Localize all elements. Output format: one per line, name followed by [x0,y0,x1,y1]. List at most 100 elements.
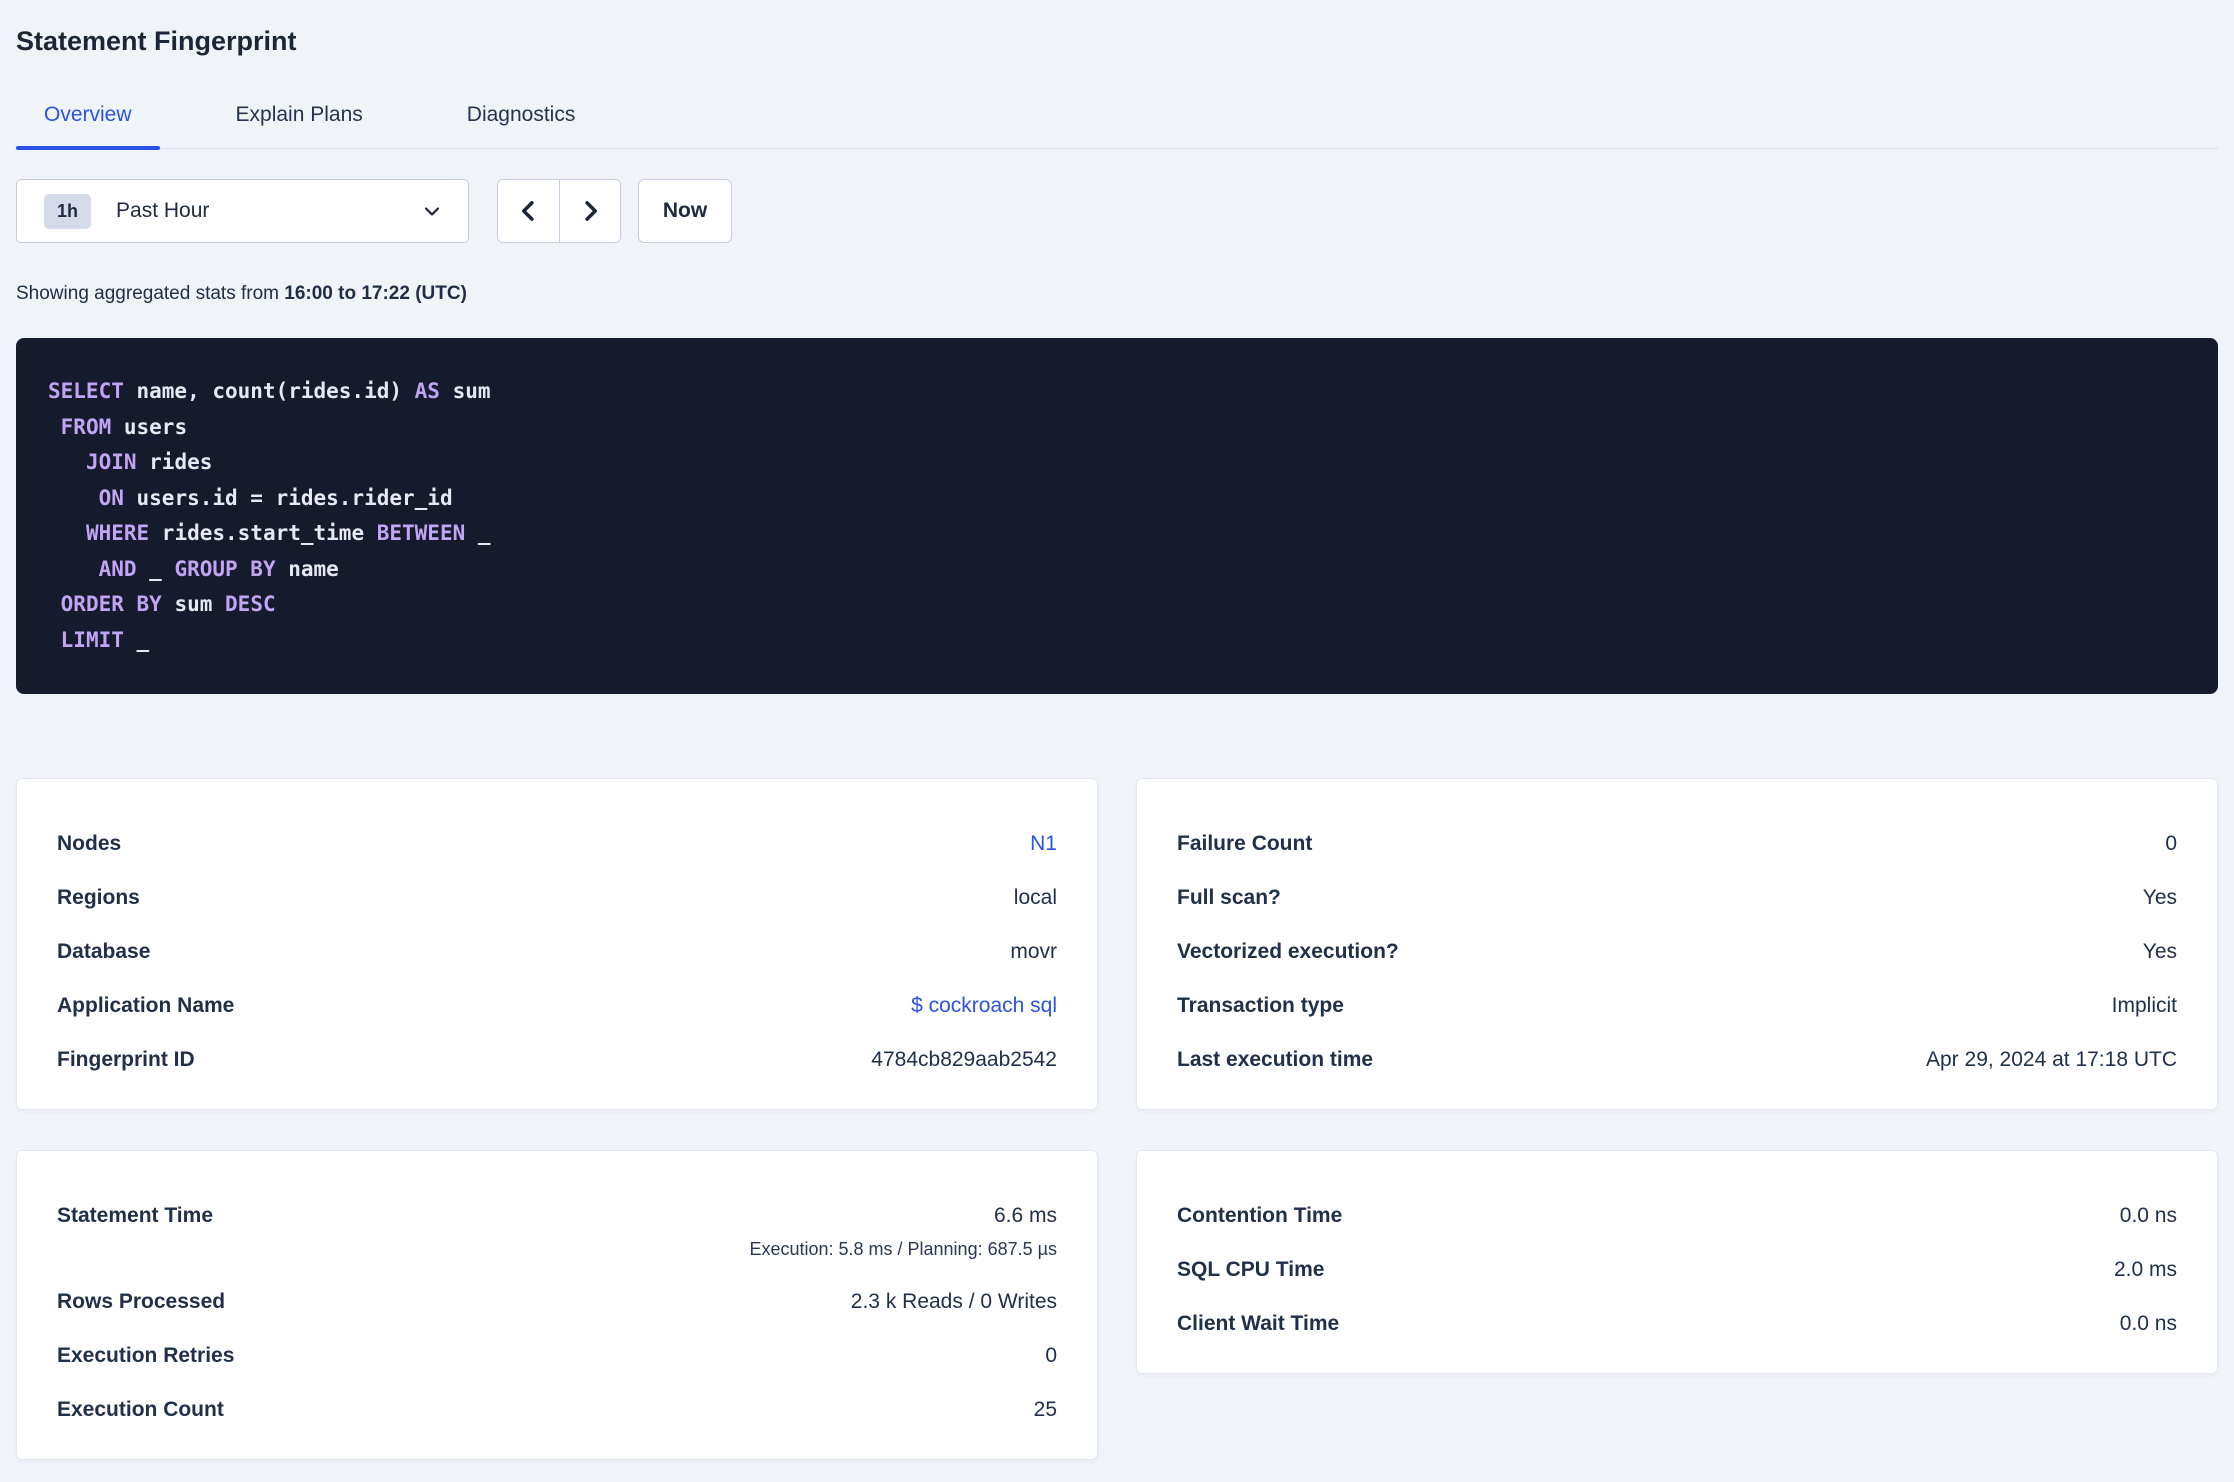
sql-line: WHERE rides.start_time BETWEEN _ [85,521,491,545]
stat-label: Client Wait Time [1177,1312,1340,1335]
stat-label: Statement Time [57,1204,213,1227]
stat-value: 0 [2165,832,2177,855]
stat-value-group: 0.0 ns [2120,1203,2177,1229]
stat-subvalue: Execution: 5.8 ms / Planning: 687.5 µs [749,1239,1057,1259]
wait-time-card: Contention Time 0.0 ns SQL CPU Time 2.0 ms C… [1136,1150,2218,1374]
stat-row: Client Wait Time 0.0 ns [1177,1311,2177,1337]
stat-value: 0.0 ns [2119,1312,2177,1335]
stat-row: Failure Count 0 [1177,831,2177,857]
sql-line: LIMIT _ [60,627,150,652]
stat-row: Application Name $ cockroach sql [57,993,1057,1019]
sql-line: ORDER BY sum DESC [60,592,276,616]
aggregated-stats-caption: Showing aggregated stats from 16:00 to 1… [16,283,2218,305]
stat-row: Nodes N1 [57,831,1057,857]
stat-value: 6.6 ms [993,1204,1057,1227]
time-picker-row: 1h Past Hour Now [16,179,2218,243]
stat-label: Nodes [57,832,122,855]
time-range-dropdown[interactable]: 1h Past Hour [16,179,469,243]
stat-value-group: 0.0 ns [2120,1311,2177,1337]
stat-label: Transaction type [1177,994,1344,1017]
stat-row: Rows Processed 2.3 k Reads / 0 Writes [57,1289,1057,1315]
stat-row: SQL CPU Time 2.0 ms [1177,1257,2177,1283]
stat-value: 4784cb829aab2542 [871,1048,1057,1071]
sql-line: FROM users [60,414,188,439]
stat-label: Full scan? [1177,886,1281,909]
stat-label: Rows Processed [57,1290,226,1313]
chevron-down-icon [420,199,444,223]
stat-link[interactable]: N1 [1030,832,1057,855]
execution-attributes-card: Failure Count 0 Full scan? Yes Vectorized ex… [1136,778,2218,1110]
timing-cards-row: Statement Time 6.6 ms Execution: 5.8 ms / … [16,1150,2218,1460]
caption-prefix: Showing aggregated stats from [16,283,285,304]
caption-time-range: 16:00 to 17:22 (UTC) [284,283,467,304]
stat-value: 2.3 k Reads / 0 Writes [850,1290,1057,1313]
stat-row: Vectorized execution? Yes [1177,939,2177,965]
stat-value: Yes [2142,886,2177,909]
stat-value-group: 4784cb829aab2542 [871,1047,1057,1073]
stat-label: Database [57,940,151,963]
tab-overview[interactable]: Overview [16,102,160,150]
stat-value: 0 [1045,1344,1057,1367]
stat-value-group: $ cockroach sql [911,993,1057,1019]
stat-value-group: movr [1010,939,1057,965]
stat-value: 25 [1033,1398,1057,1421]
stat-label: Application Name [57,994,235,1017]
sql-statement-box: SELECT name, count(rides.id) AS sum FROM… [16,338,2218,694]
stat-row: Database movr [57,939,1057,965]
stat-value-group: Yes [2143,939,2177,965]
stat-row: Statement Time 6.6 ms Execution: 5.8 ms / … [57,1203,1057,1261]
stat-value-group: Apr 29, 2024 at 17:18 UTC [1926,1047,2177,1073]
stat-value: 0.0 ns [2119,1204,2177,1227]
overview-cards-row: Nodes N1 Regions local Database movr Applicati… [16,778,2218,1110]
previous-time-button[interactable] [498,180,559,242]
stat-value: Yes [2142,940,2177,963]
statement-time-card: Statement Time 6.6 ms Execution: 5.8 ms / … [16,1150,1098,1460]
tab-explain-plans[interactable]: Explain Plans [208,102,391,148]
stat-value: Apr 29, 2024 at 17:18 UTC [1926,1048,2177,1071]
statement-details-card: Nodes N1 Regions local Database movr Applicati… [16,778,1098,1110]
stat-row: Fingerprint ID 4784cb829aab2542 [57,1047,1057,1073]
stat-row: Regions local [57,885,1057,911]
stat-value-group: 25 [1034,1397,1057,1423]
stat-label: Execution Retries [57,1344,235,1367]
stat-row: Execution Count 25 [57,1397,1057,1423]
stat-value-group: local [1014,885,1057,911]
next-time-button[interactable] [559,180,620,242]
tab-bar: Overview Explain Plans Diagnostics [16,102,2218,150]
stat-value-group: Yes [2143,885,2177,911]
stat-value: Implicit [2111,994,2177,1017]
stat-row: Last execution time Apr 29, 2024 at 17:18… [1177,1047,2177,1073]
now-button[interactable]: Now [638,179,732,243]
sql-line: ON users.id = rides.rider_id [98,485,453,510]
sql-line: AND _ GROUP BY name [98,556,339,581]
stat-label: Execution Count [57,1398,224,1421]
stat-label: Vectorized execution? [1177,940,1399,963]
stat-link[interactable]: $ cockroach sql [911,994,1057,1017]
stat-value-group: N1 [1030,831,1057,857]
sql-line: SELECT name, count(rides.id) AS sum [48,379,491,403]
stat-value: local [1013,886,1057,909]
stat-row: Execution Retries 0 [57,1343,1057,1369]
stat-value-group: 0 [2165,831,2177,857]
stat-value-group: 0 [1045,1343,1057,1369]
chevron-right-icon [576,197,604,225]
stat-label: Last execution time [1177,1048,1374,1071]
stat-value: 2.0 ms [2113,1258,2177,1281]
stat-row: Transaction type Implicit [1177,993,2177,1019]
stat-label: Contention Time [1177,1204,1343,1227]
stat-label: Fingerprint ID [57,1048,195,1071]
stat-value-group: 2.3 k Reads / 0 Writes [851,1289,1057,1315]
statement-fingerprint-page: Statement Fingerprint Overview Explain P… [0,24,2234,1460]
stat-value-group: 2.0 ms [2114,1257,2177,1283]
chevron-left-icon [515,197,543,225]
stat-value-group: Implicit [2112,993,2177,1019]
stat-row: Full scan? Yes [1177,885,2177,911]
tab-diagnostics[interactable]: Diagnostics [439,102,604,148]
time-range-badge: 1h [44,193,92,229]
stat-label: SQL CPU Time [1177,1258,1325,1281]
stat-label: Regions [57,886,140,909]
stat-value: movr [1010,940,1057,963]
time-range-label: Past Hour [116,199,210,222]
time-pager [497,179,621,243]
sql-line: JOIN rides [85,450,213,474]
